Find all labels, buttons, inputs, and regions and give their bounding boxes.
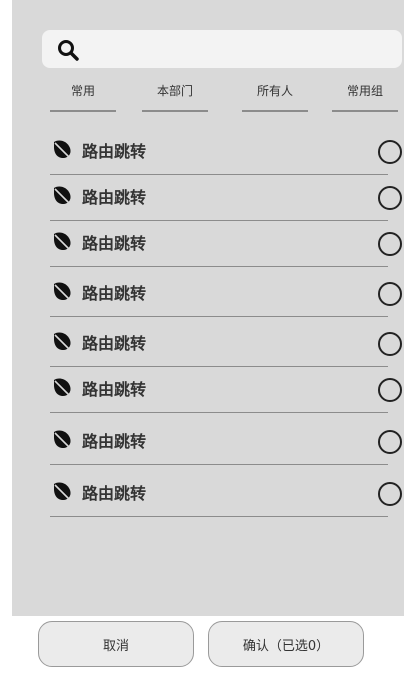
list-item-label: 路由跳转 <box>82 142 147 161</box>
tab-underline <box>332 110 398 112</box>
list-item[interactable]: 路由跳转 <box>50 270 402 317</box>
list-item-label: 路由跳转 <box>82 234 147 253</box>
list-item-label: 路由跳转 <box>82 484 147 503</box>
confirm-button[interactable]: 确认（已选0） <box>208 621 364 667</box>
tab-underline <box>142 110 208 112</box>
tab-bar: 常用 本部门 所有人 常用组 <box>50 82 400 114</box>
select-radio[interactable] <box>378 140 402 164</box>
tab-underline <box>242 110 308 112</box>
list-item[interactable]: 路由跳转 <box>50 220 402 267</box>
leaf-icon <box>54 430 71 449</box>
search-bar[interactable] <box>42 30 402 68</box>
list-item[interactable]: 路由跳转 <box>50 128 402 175</box>
search-icon <box>58 40 79 61</box>
select-radio[interactable] <box>378 186 402 210</box>
list-item-label: 路由跳转 <box>82 432 147 451</box>
leaf-icon <box>54 186 71 205</box>
list-item-label: 路由跳转 <box>82 188 147 207</box>
list-item-label: 路由跳转 <box>82 284 147 303</box>
tab-label: 常用 <box>70 84 95 98</box>
search-input[interactable] <box>90 36 394 64</box>
leaf-icon <box>54 482 71 501</box>
list-item[interactable]: 路由跳转 <box>50 174 402 221</box>
list-item-label: 路由跳转 <box>82 334 147 353</box>
list-item-label: 路由跳转 <box>82 380 147 399</box>
selection-panel: 常用 本部门 所有人 常用组 路由跳转 路由跳转 路由跳转 路由跳转 路由跳转 … <box>12 0 404 616</box>
select-radio[interactable] <box>378 332 402 356</box>
list-item[interactable]: 路由跳转 <box>50 470 402 517</box>
list-item[interactable]: 路由跳转 <box>50 320 402 367</box>
tab-frequent-groups[interactable]: 常用组 <box>332 82 398 114</box>
select-radio[interactable] <box>378 430 402 454</box>
leaf-icon <box>54 282 71 301</box>
tab-department[interactable]: 本部门 <box>142 82 208 114</box>
tab-label: 常用组 <box>346 84 383 98</box>
select-radio[interactable] <box>378 378 402 402</box>
cancel-button[interactable]: 取消 <box>38 621 194 667</box>
tab-underline <box>50 110 116 112</box>
select-radio[interactable] <box>378 482 402 506</box>
leaf-icon <box>54 378 71 397</box>
select-radio[interactable] <box>378 232 402 256</box>
leaf-icon <box>54 140 71 159</box>
list-item[interactable]: 路由跳转 <box>50 366 402 413</box>
tab-label: 所有人 <box>256 84 293 98</box>
tab-label: 本部门 <box>156 84 193 98</box>
list-item[interactable]: 路由跳转 <box>50 418 402 465</box>
leaf-icon <box>54 332 71 351</box>
select-radio[interactable] <box>378 282 402 306</box>
leaf-icon <box>54 232 71 251</box>
footer-bar: 取消 确认（已选0） <box>12 616 404 682</box>
tab-frequent[interactable]: 常用 <box>50 82 116 114</box>
tab-everyone[interactable]: 所有人 <box>242 82 308 114</box>
